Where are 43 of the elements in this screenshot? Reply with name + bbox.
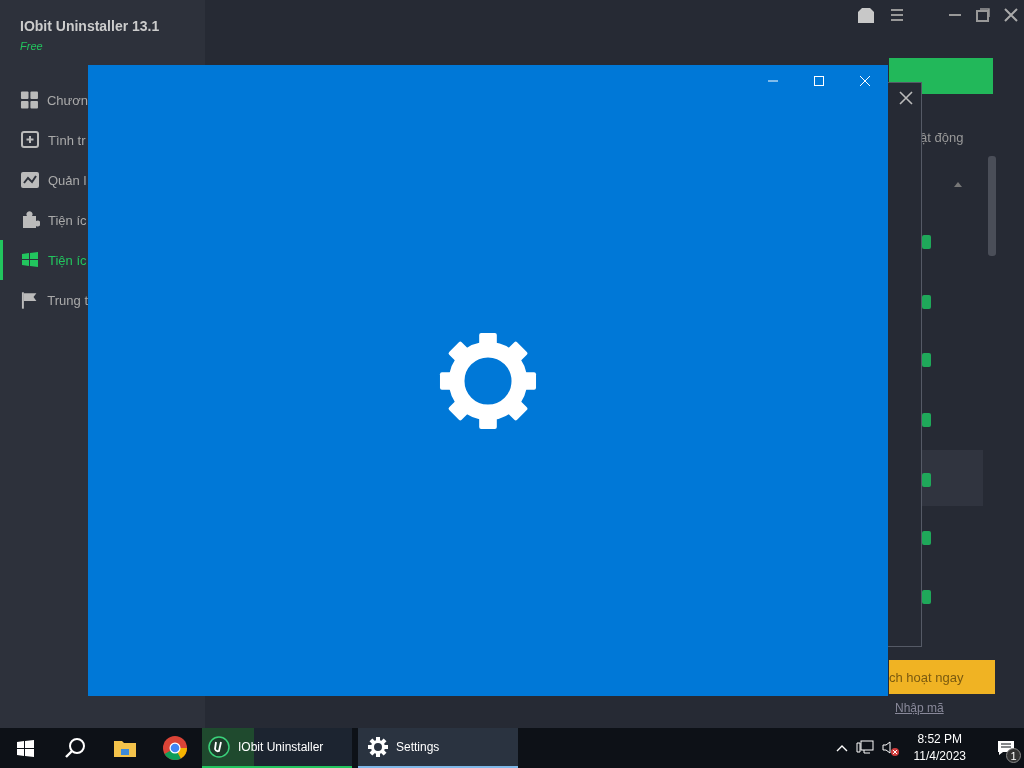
close-icon[interactable]: [899, 91, 913, 105]
sidebar-item[interactable]: Tình tr: [0, 120, 88, 160]
folder-icon[interactable]: [114, 739, 136, 757]
gear-icon: [368, 737, 388, 757]
status-icon: [922, 353, 931, 367]
status-icon: [922, 473, 931, 487]
search-icon[interactable]: [64, 737, 86, 759]
app-title: IObit Uninstaller 13.1: [19, 18, 161, 34]
sidebar-item[interactable]: Chươn: [0, 80, 88, 120]
muted-volume-icon[interactable]: [881, 739, 900, 757]
menu-icon[interactable]: [890, 8, 904, 22]
clock-date[interactable]: 11/4/2023: [913, 748, 966, 765]
edition-label: Free: [19, 40, 44, 52]
sidebar-item[interactable]: Tiện íc: [0, 200, 88, 240]
enter-code-link[interactable]: Nhập mã: [895, 701, 944, 715]
sidebar-item[interactable]: Trung t: [0, 280, 88, 320]
activate-button[interactable]: ch hoạt ngay: [889, 660, 995, 694]
clock-time[interactable]: 8:52 PM: [917, 731, 963, 748]
caret-icon[interactable]: [953, 180, 963, 188]
uninstaller-icon: [208, 736, 230, 758]
windows-icon: [20, 250, 40, 270]
gear-icon: [439, 331, 537, 430]
notification-count: 1: [1006, 748, 1021, 763]
chevron-up-icon[interactable]: [835, 744, 848, 752]
sidebar-item[interactable]: Quản l: [0, 160, 88, 200]
puzzle-icon: [20, 210, 40, 230]
chart-icon: [20, 170, 40, 190]
taskbar-app[interactable]: IObit Uninstaller: [202, 728, 352, 768]
plus-box-icon: [20, 130, 40, 150]
status-icon: [922, 295, 931, 309]
status-icon: [922, 235, 931, 249]
status-icon: [922, 531, 931, 545]
browser-icon[interactable]: [163, 736, 187, 760]
scrollbar[interactable]: [988, 156, 996, 256]
grid-icon: [20, 90, 39, 110]
status-icon: [922, 413, 931, 427]
restore-icon[interactable]: [976, 8, 990, 22]
bag-icon[interactable]: [856, 6, 876, 24]
status-icon: [922, 590, 931, 604]
windows-icon[interactable]: [16, 739, 34, 757]
close-icon[interactable]: [1004, 8, 1018, 22]
taskbar-app[interactable]: Settings: [358, 728, 518, 768]
network-icon[interactable]: [855, 740, 874, 756]
